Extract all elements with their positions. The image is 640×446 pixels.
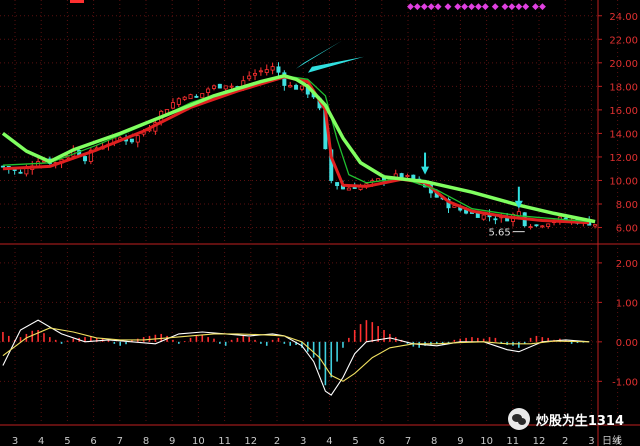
x-tick-label: 2 [274,436,280,446]
x-tick-label: 4 [326,436,332,446]
candle-up [247,75,252,80]
candle-up [528,226,533,229]
candle-up [546,223,551,227]
candle-up [346,187,351,191]
stock-chart: 6.00 8.00 10.00 12.00 14.00 16.00 18.00 20.00 22… [0,0,640,446]
price-tick-label: 10.00 [609,176,638,187]
x-tick-label: 3 [588,436,594,446]
candle-up [223,85,228,90]
watermark: 炒股为生1314 [507,408,624,430]
macd-dea-line [2,327,590,382]
candle-up [188,94,193,100]
x-tick-label: 3 [300,436,306,446]
candle-down [194,95,199,98]
x-tick-label: 11 [506,436,519,446]
candle-up [206,88,211,93]
x-tick-label: 7 [117,436,123,446]
candle-up [253,73,258,76]
macd-tick-label: 2.00 [616,259,638,270]
candle-down [399,173,404,178]
candle-up [299,85,304,90]
candle-down [18,171,23,174]
candle-down [0,165,5,168]
price-tick-label: 22.00 [609,35,638,46]
price-tick-label: 18.00 [609,82,638,93]
macd-tick-label: 0.00 [616,338,638,349]
price-tick-label: 6.00 [616,224,638,235]
candle-down [129,138,134,143]
candle-up [200,93,205,99]
x-tick-label: 7 [405,436,411,446]
x-tick-label: 9 [457,436,463,446]
candle-down [276,66,281,73]
candle-down [217,83,222,89]
macd-tick-label: -1.00 [612,377,638,388]
x-tick-label: 10 [480,436,493,446]
x-tick-label: 10 [192,436,205,446]
x-tick-label: 5 [64,436,70,446]
top-signal-markers: ◆◆◆◆◆ ◆ ◆◆◆◆◆ ◆ ◆◆◆◆ ◆◆ [407,2,546,12]
price-tick-label: 16.00 [609,106,638,117]
x-tick-label: 12 [533,436,546,446]
price-tick-label: 12.00 [609,153,638,164]
x-tick-label: 8 [431,436,437,446]
candle-up [170,102,175,109]
x-tick-label: 12 [244,436,257,446]
x-tick-label: 11 [218,436,231,446]
candle-up [593,224,598,227]
candle-up [270,66,275,71]
x-tick-label: 5 [352,436,358,446]
candle-up [258,70,263,73]
price-tick-label: 8.00 [616,200,638,211]
chart-canvas: 6.008.0010.0012.0014.0016.0018.0020.0022… [0,0,640,446]
down-arrow-icon [421,166,430,175]
x-tick-label: 9 [169,436,175,446]
top-left-marker [70,0,84,3]
candle-up [182,96,187,100]
macd-dif-line [2,319,590,396]
x-axis-label: 日线 [602,434,622,446]
price-tick-label: 24.00 [609,12,638,23]
candle-up [264,69,269,73]
x-tick-label: 8 [143,436,149,446]
x-tick-label: 6 [90,436,96,446]
candle-down [83,156,88,162]
moving-average-line-3 [1,74,596,224]
macd-tick-label: 1.00 [616,298,638,309]
candle-up [405,175,410,178]
watermark-text: 炒股为生1314 [535,413,624,429]
candle-up [481,214,486,220]
candle-down [294,84,299,90]
candle-down [493,218,498,221]
candle-up [288,85,293,88]
candle-down [534,224,539,227]
wechat-icon [507,408,530,430]
x-tick-label: 2 [562,436,568,446]
candle-up [540,225,545,228]
candle-up [135,135,140,143]
price-tick-label: 14.00 [609,129,638,140]
x-tick-label: 3 [12,436,18,446]
candle-up [176,98,181,105]
x-tick-label: 4 [38,436,44,446]
candle-up [229,85,234,88]
candle-down [335,182,340,186]
price-tick-label: 20.00 [609,59,638,70]
low-price-label: 5.65 [488,228,510,239]
candle-up [211,85,216,89]
x-tick-label: 6 [379,436,385,446]
